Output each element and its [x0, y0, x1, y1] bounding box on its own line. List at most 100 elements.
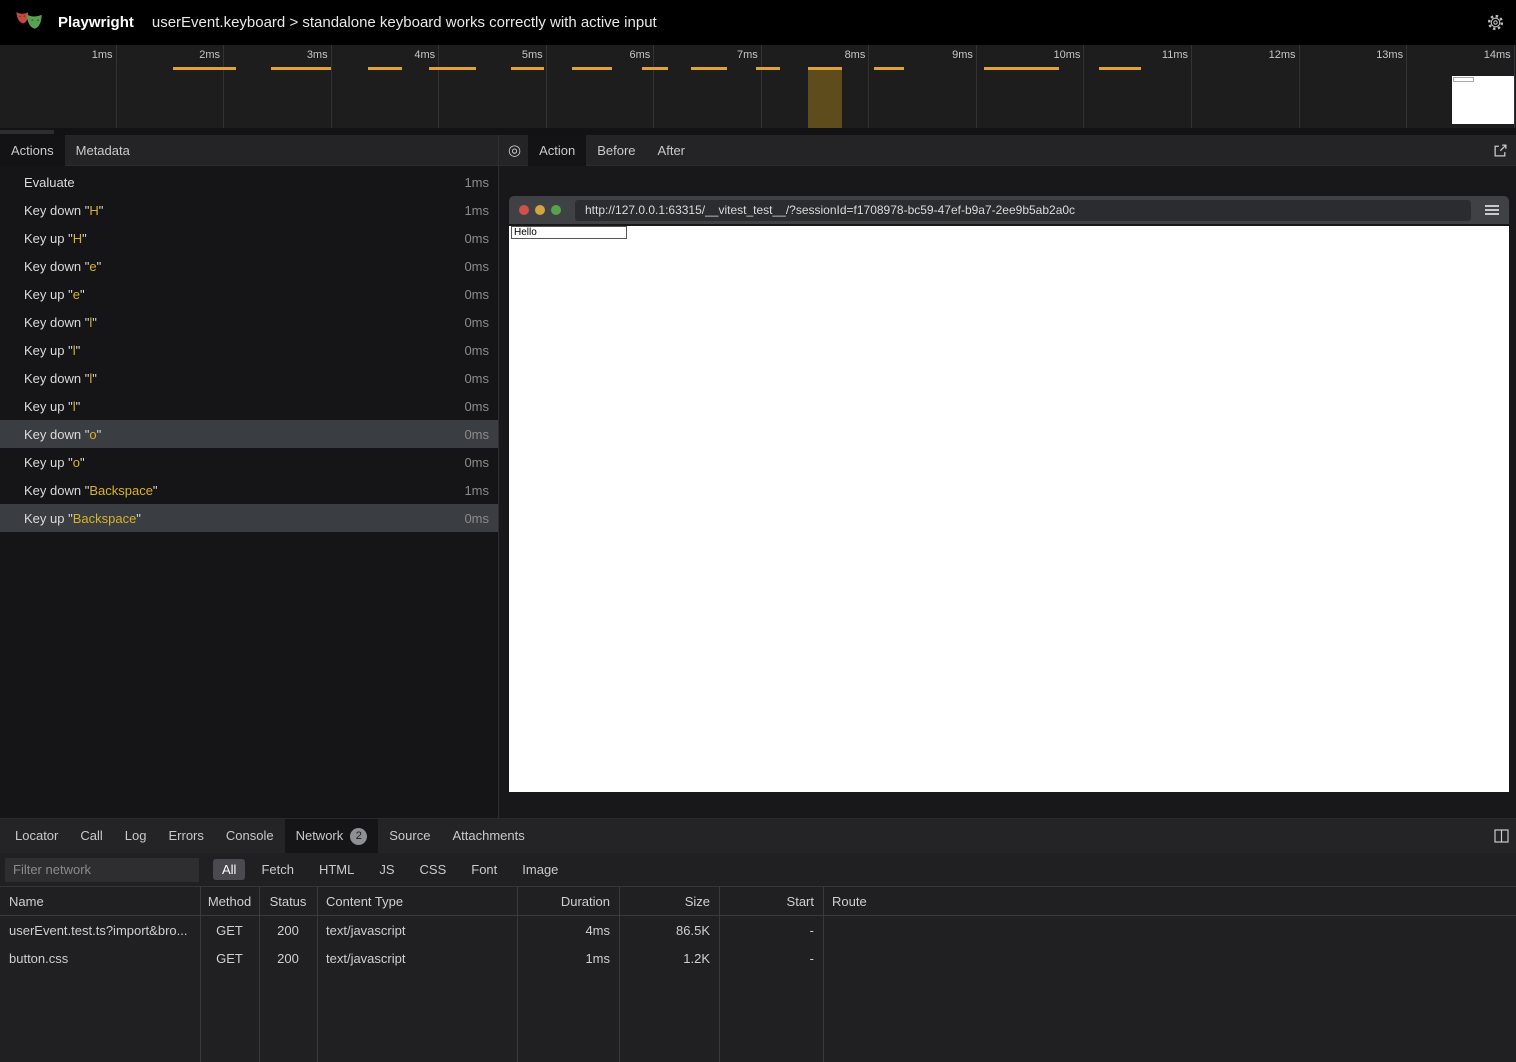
- column-header-route[interactable]: Route: [823, 894, 1516, 909]
- action-row[interactable]: Key down "e"0ms: [0, 252, 498, 280]
- tab-label: Call: [80, 819, 102, 853]
- action-key-value: l: [73, 343, 76, 358]
- action-row[interactable]: Key down "o"0ms: [0, 420, 498, 448]
- column-separator: [517, 887, 518, 1062]
- network-table-header: NameMethodStatusContent TypeDurationSize…: [0, 887, 1516, 916]
- action-row[interactable]: Key up "e" 0ms: [0, 280, 498, 308]
- action-duration: 0ms: [464, 343, 489, 358]
- action-duration: 0ms: [464, 511, 489, 526]
- gear-icon[interactable]: [1486, 13, 1505, 37]
- tab-label: After: [658, 143, 685, 158]
- timeline-ruler[interactable]: 1ms2ms3ms4ms5ms6ms7ms8ms9ms10ms11ms12ms1…: [0, 45, 1516, 128]
- action-label: Key up "e": [24, 287, 85, 302]
- timeline-scrollbar[interactable]: [0, 130, 54, 134]
- column-header-method[interactable]: Method: [200, 894, 259, 909]
- action-key-value: o: [89, 427, 96, 442]
- open-external-icon[interactable]: [1493, 143, 1508, 163]
- tab-actions[interactable]: Actions: [0, 135, 65, 166]
- tab-call[interactable]: Call: [69, 819, 113, 853]
- snapshot-panel: ◎ ActionBeforeAfter http://127.0.0.1:633…: [499, 135, 1516, 818]
- action-duration: 0ms: [464, 371, 489, 386]
- action-duration: 0ms: [464, 287, 489, 302]
- action-row[interactable]: Evaluate 1ms: [0, 168, 498, 196]
- tab-label: Console: [226, 819, 274, 853]
- network-cell: text/javascript: [317, 923, 517, 938]
- network-filter-input[interactable]: [5, 858, 199, 882]
- tab-label: Locator: [15, 819, 58, 853]
- timeline-tick-label: 8ms: [796, 49, 865, 61]
- filter-chip-all[interactable]: All: [213, 859, 245, 880]
- tab-label: Actions: [11, 143, 54, 158]
- action-duration: 0ms: [464, 259, 489, 274]
- action-key-value: l: [89, 315, 92, 330]
- filter-chip-font[interactable]: Font: [462, 859, 506, 880]
- tab-label: Network: [296, 819, 344, 853]
- filter-chip-css[interactable]: CSS: [411, 859, 456, 880]
- action-row[interactable]: Key down "Backspace"1ms: [0, 476, 498, 504]
- tab-after[interactable]: After: [647, 135, 696, 166]
- timeline-gridline: [761, 45, 762, 128]
- traffic-light-yellow: [535, 205, 545, 215]
- action-row[interactable]: Key up "o"0ms: [0, 448, 498, 476]
- timeline-action-bar: [808, 67, 842, 70]
- column-separator: [619, 887, 620, 1062]
- timeline-gridline: [1083, 45, 1084, 128]
- tab-before[interactable]: Before: [586, 135, 646, 166]
- tab-errors[interactable]: Errors: [157, 819, 214, 853]
- network-cell: -: [719, 951, 823, 966]
- filter-chip-fetch[interactable]: Fetch: [252, 859, 303, 880]
- app-title: Playwright: [58, 14, 134, 31]
- network-request-row[interactable]: userEvent.test.ts?import&bro...GET200tex…: [0, 916, 1516, 944]
- action-row[interactable]: Key up "l" 0ms: [0, 336, 498, 364]
- action-row[interactable]: Key down "l"0ms: [0, 308, 498, 336]
- filter-chip-js[interactable]: JS: [370, 859, 403, 880]
- action-row[interactable]: Key up "H" 0ms: [0, 224, 498, 252]
- column-header-duration[interactable]: Duration: [517, 894, 619, 909]
- timeline-tick-label: 13ms: [1334, 49, 1403, 61]
- timeline-tick-label: 6ms: [581, 49, 650, 61]
- tab-network[interactable]: Network2: [285, 819, 379, 853]
- tab-action[interactable]: Action: [528, 135, 586, 166]
- column-header-name[interactable]: Name: [0, 894, 200, 909]
- column-header-size[interactable]: Size: [619, 894, 719, 909]
- action-row[interactable]: Key down "H"1ms: [0, 196, 498, 224]
- snapshot-tabbar: ◎ ActionBefore After: [499, 135, 1516, 166]
- column-separator: [317, 887, 318, 1062]
- tab-log[interactable]: Log: [114, 819, 158, 853]
- timeline-tick-label: 4ms: [366, 49, 435, 61]
- action-duration: 1ms: [464, 175, 489, 190]
- timeline-tick-label: 9ms: [904, 49, 973, 61]
- target-icon[interactable]: ◎: [508, 141, 521, 159]
- tab-console[interactable]: Console: [215, 819, 285, 853]
- action-row[interactable]: Key up "l"0ms: [0, 392, 498, 420]
- tab-attachments[interactable]: Attachments: [441, 819, 535, 853]
- action-label: Evaluate: [24, 175, 75, 190]
- column-header-status[interactable]: Status: [259, 894, 317, 909]
- column-header-content-type[interactable]: Content Type: [317, 894, 517, 909]
- action-label: Key up "Backspace": [24, 511, 141, 526]
- filter-chip-image[interactable]: Image: [513, 859, 567, 880]
- action-key-value: e: [73, 287, 80, 302]
- timeline-gridline: [223, 45, 224, 128]
- action-key-value: Backspace: [73, 511, 137, 526]
- action-label: Key down "Backspace": [24, 483, 158, 498]
- filter-chip-html[interactable]: HTML: [310, 859, 363, 880]
- action-row[interactable]: Key up "Backspace" 0ms: [0, 504, 498, 532]
- column-header-start[interactable]: Start: [719, 894, 823, 909]
- action-duration: 0ms: [464, 231, 489, 246]
- action-duration: 0ms: [464, 455, 489, 470]
- action-key-value: Backspace: [89, 483, 153, 498]
- action-label: Key up "H": [24, 231, 87, 246]
- tab-locator[interactable]: Locator: [4, 819, 69, 853]
- network-cell: -: [719, 923, 823, 938]
- action-row[interactable]: Key down "l"0ms: [0, 364, 498, 392]
- timeline-gridline: [1191, 45, 1192, 128]
- split-columns-icon[interactable]: [1494, 829, 1509, 848]
- page-text-input[interactable]: [511, 226, 627, 239]
- tab-metadata[interactable]: Metadata: [65, 135, 141, 166]
- timeline-action-bar: [756, 67, 780, 70]
- timeline-tick-label: 3ms: [259, 49, 328, 61]
- network-request-row[interactable]: button.cssGET200text/javascript1ms1.2K-: [0, 944, 1516, 972]
- action-label: Key up "l": [24, 343, 80, 358]
- tab-source[interactable]: Source: [378, 819, 441, 853]
